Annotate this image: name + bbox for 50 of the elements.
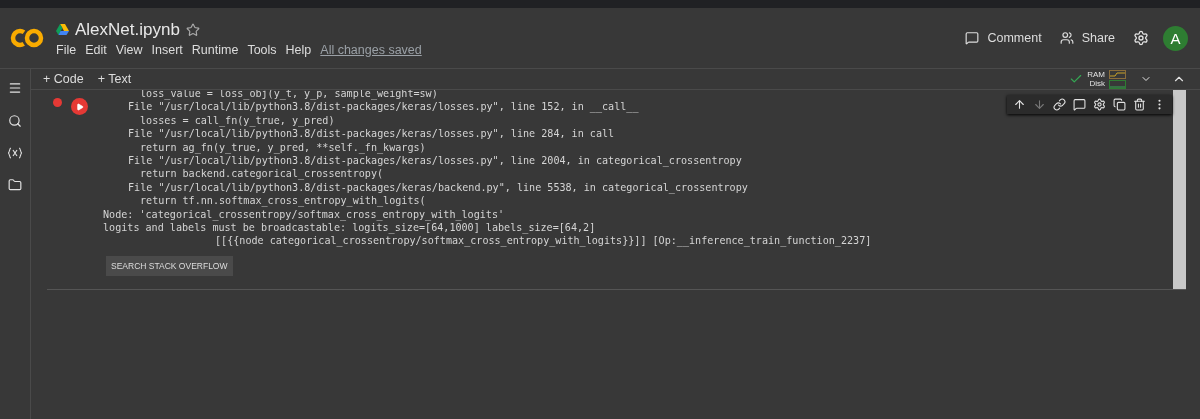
disk-label: Disk <box>1089 79 1105 88</box>
scrollbar[interactable] <box>1173 90 1186 289</box>
comment-button[interactable]: Comment <box>965 31 1042 45</box>
play-icon <box>75 102 84 111</box>
save-status-link[interactable]: All changes saved <box>320 42 422 57</box>
output-line: loss_value = loss_obj(y_t, y_p, sample_weight=sw) <box>140 90 438 101</box>
delete-icon[interactable] <box>1133 98 1146 111</box>
output-line: File "/usr/local/lib/python3.8/dist-packages/keras/losses.py", line 152, in __call__ <box>128 100 639 114</box>
drive-icon <box>56 24 69 35</box>
output-line: losses = call_fn(y_true, y_pred) <box>140 113 335 128</box>
variables-icon[interactable] <box>7 147 23 159</box>
output-line: return ag_fn(y_true, y_pred, **self._fn_kwargs) <box>140 140 426 155</box>
mirror-cell-icon[interactable] <box>1113 98 1126 111</box>
output-line: File "/usr/local/lib/python3.8/dist-packages/keras/losses.py", line 284, in call <box>128 127 615 141</box>
add-cell-button[interactable]: + Text <box>97 72 132 86</box>
star-icon[interactable] <box>185 22 200 37</box>
menu-item[interactable]: Help <box>285 42 312 57</box>
logo-icon <box>10 27 44 49</box>
settings-icon[interactable] <box>1093 98 1106 111</box>
output-line: [[{{node categorical_crossentropy/softmax_cross_entropy_with_logits}}]] [Op:__inference_train_function_2237] <box>215 234 872 248</box>
people-icon <box>1059 31 1074 45</box>
menu-item[interactable]: Tools <box>247 42 277 57</box>
resource-graph-icon <box>1109 69 1126 89</box>
search-icon[interactable] <box>8 114 22 128</box>
run-button[interactable] <box>71 98 88 115</box>
comment-icon[interactable] <box>1073 98 1086 111</box>
output-line: return backend.categorical_crossentropy( <box>140 167 384 181</box>
add-cell-button[interactable]: + Code <box>43 72 84 86</box>
menu-item[interactable]: View <box>115 42 143 57</box>
link-icon[interactable] <box>1053 98 1066 111</box>
output-line: logits and labels must be broadcastable: logits_size=[64,1000] labels_size=[64,2] <box>103 221 596 235</box>
output-line: File "/usr/local/lib/python3.8/dist-packages/keras/losses.py", line 2004, in categorical_crossentropy <box>128 154 742 168</box>
move-down-icon[interactable] <box>1033 98 1046 111</box>
settings-icon[interactable] <box>1133 30 1149 46</box>
menu-item[interactable]: File <box>56 42 77 57</box>
folder-icon[interactable] <box>8 178 22 192</box>
ram-label: RAM <box>1087 70 1105 79</box>
search-stack-overflow-button[interactable]: SEARCH STACK OVERFLOW <box>106 255 233 276</box>
menu-icon[interactable] <box>8 81 22 95</box>
menu-item[interactable]: Runtime <box>191 42 239 57</box>
output-line: Node: 'categorical_crossentropy/softmax_cross_entropy_with_logits' <box>103 207 505 222</box>
notebook-title[interactable]: AlexNet.ipynb <box>75 19 180 40</box>
menu-item[interactable]: Insert <box>151 42 183 57</box>
avatar[interactable]: A <box>1163 25 1188 51</box>
output-line: File "/usr/local/lib/python3.8/dist-packages/keras/backend.py", line 5538, in categorical_crossentropy <box>128 180 748 195</box>
output-line: return tf.nn.softmax_cross_entropy_with_logits( <box>140 194 426 208</box>
move-up-icon[interactable] <box>1013 98 1026 111</box>
menu-item[interactable]: Edit <box>85 42 107 57</box>
comment-icon <box>965 31 980 45</box>
share-button[interactable]: Share <box>1059 31 1115 45</box>
